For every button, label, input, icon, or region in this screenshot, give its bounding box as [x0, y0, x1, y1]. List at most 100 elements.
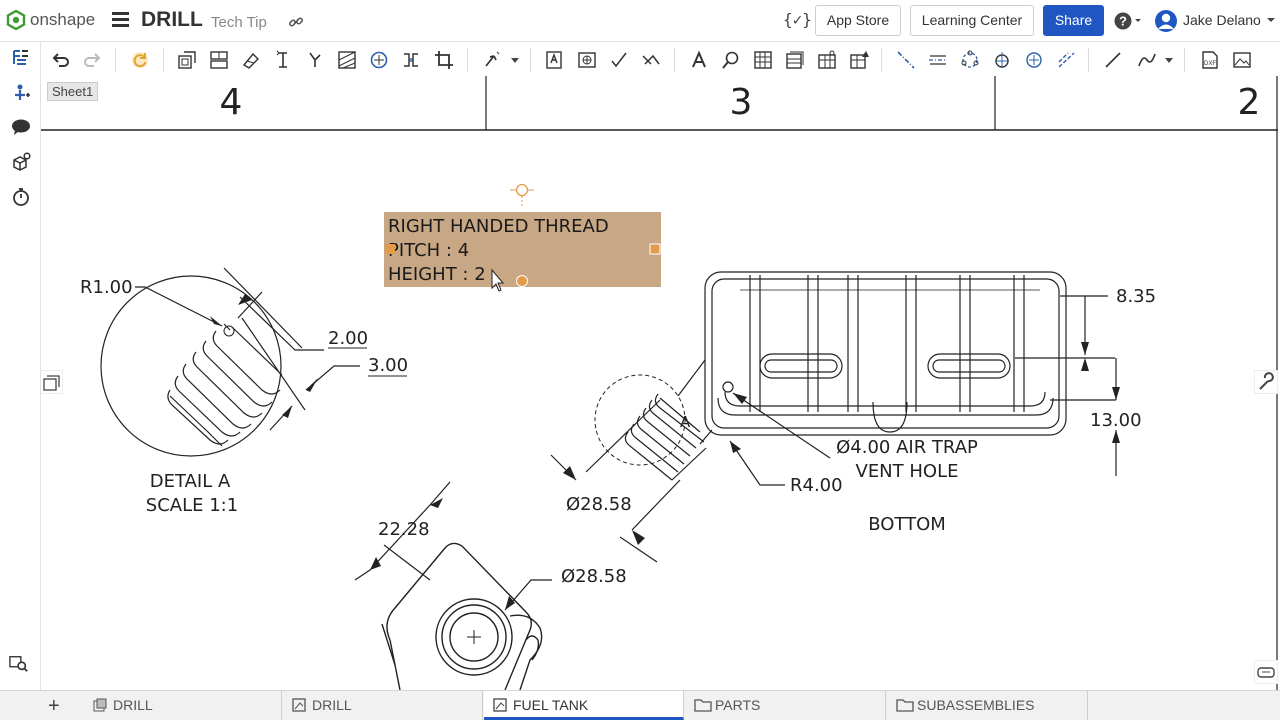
text-button[interactable]: [689, 50, 709, 70]
centerline-between-button[interactable]: [928, 50, 948, 70]
angular-centerline-button[interactable]: [1056, 50, 1076, 70]
regenerate-button[interactable]: [130, 50, 150, 70]
detail-view-button[interactable]: [369, 50, 389, 70]
spline-button[interactable]: [1137, 50, 1157, 70]
revision-table-button[interactable]: [849, 50, 869, 70]
svg-text:?: ?: [1119, 14, 1127, 29]
inspection-icon: [722, 51, 739, 69]
wrench-icon[interactable]: [1254, 370, 1278, 394]
learning-center-button[interactable]: Learning Center: [910, 5, 1034, 36]
diameter-dimension[interactable]: Ø28.58: [561, 566, 627, 587]
chevron-down-icon[interactable]: [1266, 17, 1276, 23]
tab-label: PARTS: [715, 697, 761, 713]
depth-dimension[interactable]: 3.00: [368, 355, 408, 376]
bolt-circle-button[interactable]: [960, 50, 980, 70]
regenerate-icon: [132, 52, 148, 68]
radius-dimension[interactable]: R4.00: [790, 475, 843, 496]
pitch-dimension[interactable]: 2.00: [328, 328, 368, 349]
insert-part-icon[interactable]: [11, 83, 31, 103]
add-tab-button[interactable]: +: [48, 695, 60, 718]
aligned-section-button[interactable]: [305, 50, 325, 70]
resize-handle[interactable]: [649, 243, 661, 255]
crop-view-button[interactable]: [434, 50, 454, 70]
rotate-handle-icon[interactable]: [510, 183, 534, 207]
link-icon[interactable]: [288, 14, 304, 30]
main-menu-button[interactable]: [112, 12, 129, 28]
onshape-logo[interactable]: onshape: [6, 10, 95, 30]
feature-list-icon[interactable]: [11, 48, 31, 68]
configurations-icon[interactable]: [11, 152, 31, 172]
drawing-toolbar: DXF: [41, 42, 1280, 76]
break-view-button[interactable]: [401, 50, 421, 70]
insert-view-icon: [178, 51, 196, 69]
toolbar-separator: [1184, 48, 1185, 72]
radius-dimension[interactable]: R1.00: [80, 277, 133, 298]
workspace-name[interactable]: Tech Tip: [211, 14, 267, 31]
vent-hole-note[interactable]: Ø4.00 AIR TRAP: [836, 437, 978, 458]
bottom-view[interactable]: 8.35 13.00 Ø4.00 AIR TRAP VENT HOLE R4.0…: [550, 271, 1156, 563]
detail-view-a[interactable]: R1.00 2.00 3.00 DETAIL A SCALE 1:1: [80, 267, 408, 516]
detail-callout-letter: A: [680, 413, 691, 431]
toolbar-separator: [530, 48, 531, 72]
inspection-button[interactable]: [721, 50, 741, 70]
document-title[interactable]: DRILL: [141, 8, 203, 32]
thread-note[interactable]: RIGHT HANDED THREAD PITCH : 4 HEIGHT : 2: [384, 183, 661, 292]
note-button[interactable]: [544, 50, 564, 70]
table-button[interactable]: [753, 50, 773, 70]
projected-view-button[interactable]: [209, 50, 229, 70]
note-icon: [546, 51, 562, 69]
layers-panel-icon[interactable]: [41, 370, 63, 394]
user-avatar-icon[interactable]: [1154, 9, 1180, 33]
center-mark-button[interactable]: [992, 50, 1012, 70]
weld-symbol-button[interactable]: [641, 50, 661, 70]
share-button[interactable]: Share: [1043, 5, 1104, 36]
broken-out-section-button[interactable]: [337, 50, 357, 70]
centerline-between-icon: [929, 55, 947, 65]
variables-icon[interactable]: {✓}: [783, 10, 812, 29]
tab-fuel-tank-drawing[interactable]: FUEL TANK: [484, 691, 684, 720]
tab-drill-drawing[interactable]: DRILL: [283, 691, 483, 720]
depth-dimension[interactable]: 13.00: [1090, 410, 1142, 431]
redo-button[interactable]: [82, 50, 102, 70]
update-view-button[interactable]: [482, 50, 502, 70]
comments-icon[interactable]: [11, 117, 31, 137]
auxiliary-view-button[interactable]: [241, 50, 261, 70]
surface-finish-button[interactable]: [609, 50, 629, 70]
height-dimension[interactable]: 8.35: [1116, 286, 1156, 307]
bom-button[interactable]: [785, 50, 805, 70]
tab-subassemblies-folder[interactable]: SUBASSEMBLIES: [888, 691, 1088, 720]
history-stopwatch-icon[interactable]: [11, 187, 31, 207]
resize-handle[interactable]: [385, 244, 395, 254]
diameter-dimension[interactable]: Ø28.58: [566, 494, 632, 515]
tab-parts-folder[interactable]: PARTS: [686, 691, 886, 720]
tab-drill-assembly[interactable]: DRILL: [84, 691, 282, 720]
search-tools-icon[interactable]: [9, 654, 29, 674]
dxf-export-button[interactable]: DXF: [1200, 50, 1220, 70]
insert-view-button[interactable]: [177, 50, 197, 70]
chevron-down-icon[interactable]: [1165, 58, 1173, 63]
toolbar-separator: [467, 48, 468, 72]
image-insert-button[interactable]: [1232, 50, 1252, 70]
undo-button[interactable]: [51, 50, 71, 70]
width-dimension[interactable]: 22.28: [378, 519, 430, 540]
angular-centerline-icon: [1058, 52, 1075, 68]
section-view-button[interactable]: [273, 50, 293, 70]
table-icon: [754, 51, 772, 69]
drawing-icon: [292, 698, 306, 712]
tape-measure-icon[interactable]: [1254, 660, 1278, 684]
centerline-button[interactable]: [896, 50, 916, 70]
help-icon[interactable]: ?: [1114, 11, 1142, 31]
line-button[interactable]: [1103, 50, 1123, 70]
hole-table-icon: [818, 50, 836, 69]
leader-anchor-handle[interactable]: [516, 275, 528, 287]
callout-icon: [578, 52, 596, 68]
user-name[interactable]: Jake Delano: [1183, 12, 1261, 28]
hole-table-button[interactable]: [817, 50, 837, 70]
center-mark-pattern-button[interactable]: [1024, 50, 1044, 70]
app-store-button[interactable]: App Store: [815, 5, 901, 36]
callout-button[interactable]: [577, 50, 597, 70]
toolbar-separator: [115, 48, 116, 72]
vent-hole-note[interactable]: VENT HOLE: [856, 461, 959, 482]
drawing-canvas[interactable]: Sheet1 4 3 2 RIGHT HANDED THREAD PITCH :…: [41, 76, 1280, 690]
chevron-down-icon[interactable]: [511, 58, 519, 63]
